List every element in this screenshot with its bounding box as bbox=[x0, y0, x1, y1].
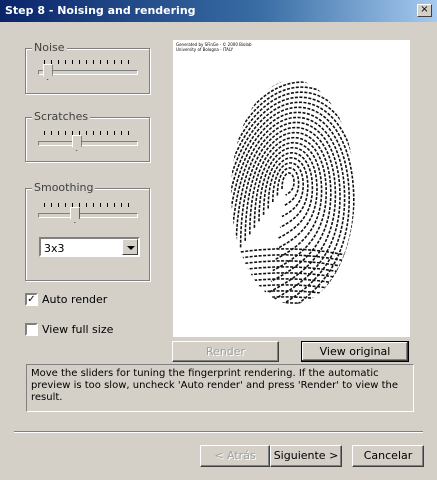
render-button-label: Render bbox=[205, 345, 246, 358]
fingerprint-image bbox=[231, 80, 355, 304]
check-mark-icon: ✓ bbox=[27, 294, 36, 305]
wizard-window: Step 8 - Noising and rendering × Noise S… bbox=[0, 0, 437, 480]
noise-group: Noise bbox=[25, 41, 150, 94]
next-button[interactable]: Siguiente > bbox=[270, 445, 342, 467]
info-text: Move the sliders for tuning the fingerpr… bbox=[26, 364, 414, 412]
fingerprint-preview: Generated by SFinGe - © 2000 Biolab Univ… bbox=[173, 40, 410, 337]
smoothing-slider-track bbox=[38, 213, 138, 218]
title-bar: Step 8 - Noising and rendering × bbox=[0, 0, 437, 22]
smoothing-label: Smoothing bbox=[32, 181, 96, 194]
scratches-label: Scratches bbox=[32, 110, 91, 123]
auto-render-label[interactable]: Auto render bbox=[42, 293, 107, 306]
smoothing-slider-ticks bbox=[44, 203, 132, 207]
auto-render-checkbox[interactable]: ✓ bbox=[25, 293, 38, 306]
noise-label: Noise bbox=[32, 41, 67, 54]
noise-slider-thumb[interactable] bbox=[42, 64, 53, 80]
separator bbox=[14, 431, 423, 433]
next-button-label: Siguiente > bbox=[273, 449, 339, 462]
noise-slider-ticks bbox=[44, 60, 132, 64]
back-button-label: < Atrás bbox=[214, 449, 256, 462]
noise-slider-track bbox=[38, 70, 138, 75]
view-original-button-label: View original bbox=[319, 345, 391, 358]
scratches-slider-thumb[interactable] bbox=[71, 135, 82, 151]
smoothing-kernel-select[interactable]: 3x3 bbox=[39, 237, 140, 257]
scratches-slider[interactable] bbox=[38, 131, 138, 151]
scratches-slider-ticks bbox=[44, 131, 132, 135]
smoothing-kernel-value: 3x3 bbox=[44, 242, 65, 255]
noise-slider[interactable] bbox=[38, 60, 138, 80]
scratches-group: Scratches bbox=[25, 110, 150, 162]
cancel-button-label: Cancelar bbox=[363, 449, 413, 462]
cancel-button[interactable]: Cancelar bbox=[352, 445, 424, 467]
view-original-button[interactable]: View original bbox=[301, 341, 409, 362]
smoothing-group: Smoothing 3x3 bbox=[25, 181, 150, 281]
view-full-size-label[interactable]: View full size bbox=[42, 323, 113, 336]
chevron-down-icon[interactable] bbox=[122, 239, 138, 255]
close-button[interactable]: × bbox=[417, 4, 432, 17]
smoothing-slider-thumb[interactable] bbox=[69, 207, 80, 223]
back-button[interactable]: < Atrás bbox=[200, 445, 270, 467]
window-title: Step 8 - Noising and rendering bbox=[5, 4, 196, 17]
smoothing-slider[interactable] bbox=[38, 203, 138, 223]
render-button[interactable]: Render bbox=[172, 341, 279, 362]
scratches-slider-track bbox=[38, 141, 138, 146]
view-full-size-checkbox[interactable] bbox=[25, 323, 38, 336]
